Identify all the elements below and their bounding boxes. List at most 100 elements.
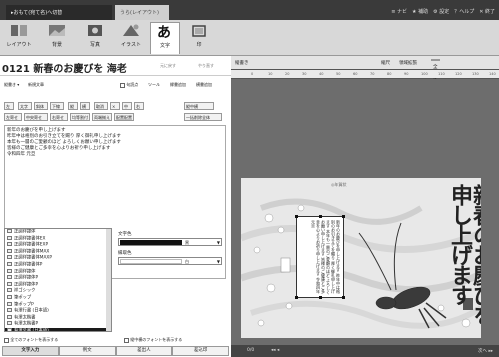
font-list-item[interactable]: 正調祥隷体P <box>5 281 111 289</box>
font-icon <box>7 275 12 280</box>
assist-link[interactable]: ★ 補助 <box>412 8 428 15</box>
italic-button[interactable]: 斜体 <box>34 102 48 110</box>
main-toolbar: レイアウト 背景 写真 イラスト あ 文字 印 <box>0 20 499 56</box>
layout-button[interactable]: レイアウト <box>4 22 34 54</box>
stamp-button[interactable]: 印 <box>184 22 214 54</box>
help-link[interactable]: ？ヘルプ <box>454 8 474 15</box>
font-list-item[interactable]: 筆ポップP <box>5 301 111 309</box>
font-icon <box>7 321 12 326</box>
photo-button[interactable]: 写真 <box>80 22 110 54</box>
expand-area-toggle[interactable]: 領域拡張 <box>399 60 417 66</box>
tools-menu[interactable]: ツール <box>148 82 160 88</box>
exit-link[interactable]: ✕ 終了 <box>479 8 495 15</box>
font-list[interactable]: 正調祥隷体 正調祥隷書体EX 正調祥隷書体EXP 正調祥隷書体MAX 正調祥隷書体MAX… <box>4 228 112 332</box>
distribute-button[interactable]: 均等割付 <box>70 113 90 121</box>
tab-sender[interactable]: 差出人 <box>115 346 173 356</box>
justify-button[interactable]: 両端揃え <box>92 113 112 121</box>
left-bottom: 全てのフォントを表示する 縦中横のフォントを表示する 文字入力 例文 差出人 差… <box>0 336 231 357</box>
postcard-preview[interactable]: 新春のお慶びを申し上げます ◎年賀状 新年のお慶びを申し上げます 昨年中は格別の… <box>241 178 481 338</box>
font-list-item[interactable]: 有澤行書 (日本語) <box>5 308 111 315</box>
navi-link[interactable]: ≡ ナビ <box>391 8 407 15</box>
center-button[interactable]: 中 <box>122 102 132 110</box>
resize-handle[interactable] <box>342 215 345 218</box>
orientation-select[interactable]: 縦書き ▾ <box>4 82 19 88</box>
resize-handle[interactable] <box>342 296 345 299</box>
undo-button[interactable]: 元に戻す <box>160 63 176 69</box>
font-icon <box>7 255 12 260</box>
zoom-label[interactable]: 縮尺 <box>381 60 390 66</box>
font-list-item[interactable]: 正調祥隷体 <box>5 268 111 276</box>
vertical-button[interactable]: 縦 <box>68 102 78 110</box>
prev-page-icon[interactable]: ◂◂ ◂ <box>271 348 279 353</box>
font-list-item[interactable]: 正調祥隷書体MAX <box>5 248 111 256</box>
preview-footer: 0/0 ◂◂ ◂ 次へ ▸▸ <box>231 345 499 357</box>
resize-handle[interactable] <box>319 215 322 218</box>
settings-link[interactable]: ⚙ 設定 <box>433 8 449 15</box>
text-color-swatch <box>120 240 182 245</box>
underline-button[interactable]: 下線 <box>50 102 64 110</box>
font-list-item[interactable]: 正調祥隷書体EXP <box>5 242 111 249</box>
cancel-format-button[interactable]: 取消 <box>94 102 108 110</box>
design-canvas[interactable]: 新春のお慶びを申し上げます ◎年賀状 新年のお慶びを申し上げます 昨年中は格別の… <box>231 79 499 345</box>
font-list-item[interactable]: 正調祥隷書体P <box>5 261 111 269</box>
font-list-item[interactable]: 正調祥隷書体EX <box>5 235 111 243</box>
clear-button[interactable]: × <box>110 102 120 110</box>
background-button[interactable]: 背景 <box>42 22 72 54</box>
resize-handle[interactable] <box>319 296 322 299</box>
show-all-fonts-checkbox[interactable]: 全てのフォントを表示する <box>4 337 58 343</box>
chevron-down-icon: ▼ <box>216 240 220 245</box>
tab-insert-stamp[interactable]: 差込印 <box>172 346 229 356</box>
font-list-scrollbar[interactable] <box>106 229 111 331</box>
selected-text-frame[interactable]: 新年のお慶びを申し上げます 昨年中は格別のお引き立てを賜り 厚く御礼申し上げます… <box>295 215 345 299</box>
font-icon <box>7 327 12 331</box>
show-tcy-fonts-checkbox[interactable]: 縦中横のフォントを表示する <box>124 337 182 343</box>
font-icon <box>7 235 12 240</box>
punctuation-checkbox[interactable]: 句読点 <box>120 82 138 88</box>
align-center-text-button[interactable]: 中央寄せ <box>24 113 48 121</box>
page-counter: 0/0 <box>247 348 255 353</box>
align-left-button[interactable]: 左 <box>4 102 14 110</box>
svg-text:あ: あ <box>157 25 171 40</box>
zoom-select[interactable]: 全体を表示 <box>431 59 440 94</box>
right-button[interactable]: 右 <box>134 102 144 110</box>
new-text-button[interactable]: 新規文章 <box>28 82 44 88</box>
ruler-tick: 30 <box>302 72 307 76</box>
horizontal-button[interactable]: 横 <box>80 102 90 110</box>
tab-back-layout[interactable]: うら(レイアウト) <box>115 5 169 20</box>
font-list-item[interactable]: 有澤太楷書P <box>5 321 111 328</box>
next-button[interactable]: 次へ ▸▸ <box>478 348 493 354</box>
text-tool-button[interactable]: あ 文字 <box>150 22 180 54</box>
font-list-item[interactable]: 有澤草書 (日本語) <box>5 327 111 331</box>
align-right-text-button[interactable]: 右寄せ <box>50 113 68 121</box>
delete-all-button[interactable]: 一括削除全体 <box>184 113 222 121</box>
line-add-button[interactable]: 横書追加 <box>196 82 212 88</box>
top-links: ≡ ナビ ★ 補助 ⚙ 設定 ？ヘルプ ✕ 終了 <box>391 8 495 15</box>
ruler-tick: 100 <box>421 72 428 76</box>
font-list-item[interactable]: 筆ポップ <box>5 294 111 302</box>
bold-button[interactable]: 太字 <box>18 102 32 110</box>
align-left-text-button[interactable]: 左寄せ <box>4 113 22 121</box>
redo-button[interactable]: やり直す <box>198 63 214 69</box>
punctuation-checkbox-box[interactable] <box>120 82 125 88</box>
font-list-item[interactable]: 祥ゴシック <box>5 288 111 295</box>
tab-front-switch[interactable]: ▸おもて(宛て名)へ切替 <box>6 5 112 20</box>
font-list-item[interactable]: 正調祥隷体 <box>5 229 111 236</box>
message-preview-text: 新年のお慶びを申し上げます 昨年中は格別のお引き立てを賜り 厚く御礼申し上げます… <box>311 220 341 295</box>
ruler-tick: 70 <box>370 72 375 76</box>
resize-handle[interactable] <box>295 296 298 299</box>
preview-panel: 縦書き 縮尺 領域拡張 全体を表示 0 10 20 30 40 50 60 70 80 90 100… <box>231 56 499 357</box>
outline-color-select[interactable]: 白 ▼ <box>118 257 222 265</box>
tate-chu-yoko-button[interactable]: 縦中横 <box>184 102 214 110</box>
font-list-item[interactable]: 正調祥隷体P <box>5 275 111 282</box>
text-color-select[interactable]: 黒 ▼ <box>118 238 222 246</box>
tab-text-input[interactable]: 文字入力 <box>2 346 59 356</box>
tab-example[interactable]: 例文 <box>58 346 116 356</box>
edge-add-button[interactable]: 縁書追加 <box>170 82 186 88</box>
font-list-item[interactable]: 正調祥隷書体MAXP <box>5 255 111 262</box>
resize-handle[interactable] <box>295 215 298 218</box>
font-list-item[interactable]: 有澤太楷書 <box>5 314 111 322</box>
illustration-button[interactable]: イラスト <box>116 22 146 54</box>
placement-button[interactable]: 配置配置 <box>114 113 134 121</box>
stamp-icon <box>192 25 206 37</box>
preview-orientation: 縦書き <box>235 61 249 66</box>
